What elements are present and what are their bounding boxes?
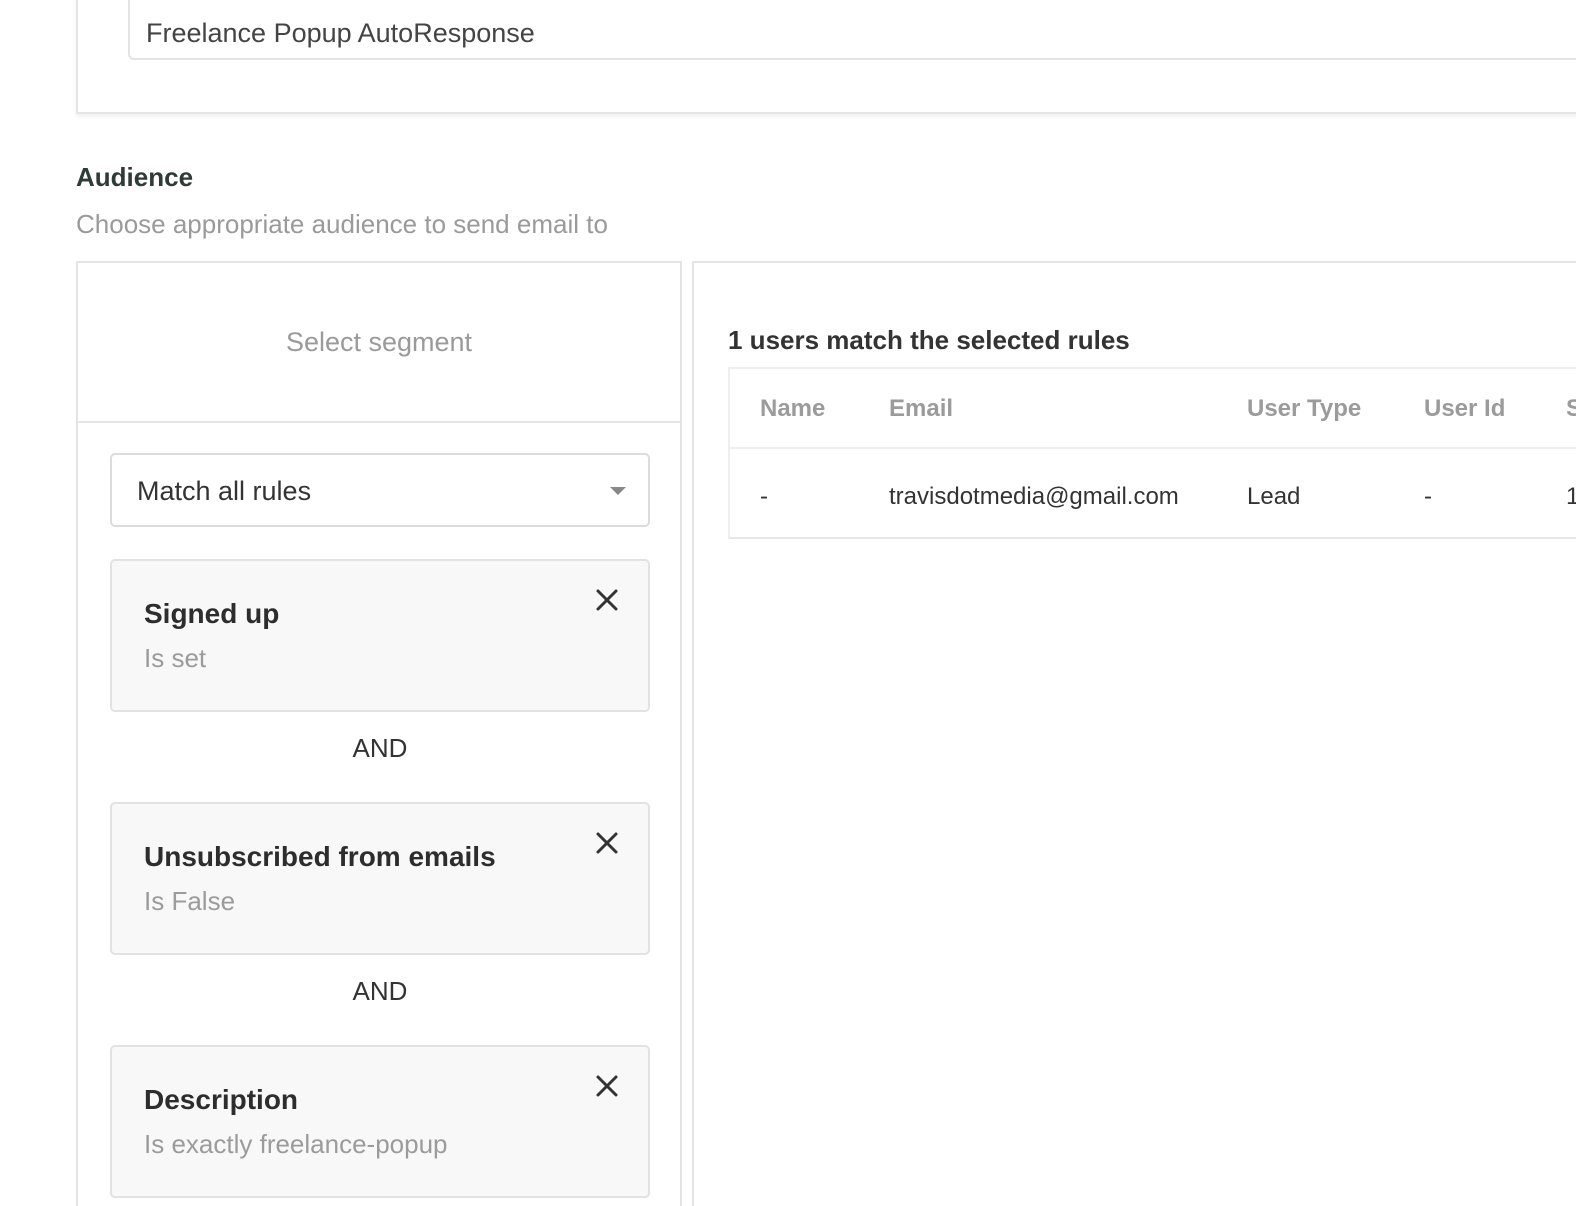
match-mode-dropdown[interactable]: Match all rules bbox=[110, 453, 650, 527]
rule-card: Unsubscribed from emails Is False bbox=[110, 802, 650, 955]
rule-title: Signed up bbox=[144, 598, 280, 629]
rule-card: Description Is exactly freelance-popup bbox=[110, 1045, 650, 1198]
table-cell-user-id: - bbox=[1424, 483, 1432, 510]
users-table: Name Email User Type User Id S - travisd… bbox=[728, 367, 1576, 539]
close-icon[interactable] bbox=[594, 830, 620, 856]
match-mode-label: Match all rules bbox=[137, 476, 312, 506]
rule-connector: AND bbox=[352, 733, 408, 763]
rule-title: Description bbox=[144, 1084, 299, 1115]
audience-title: Audience bbox=[76, 162, 194, 192]
column-header-user-type[interactable]: User Type bbox=[1247, 395, 1361, 423]
caret-down-icon bbox=[610, 487, 626, 495]
column-header-more[interactable]: S bbox=[1566, 395, 1576, 423]
select-segment-button[interactable]: Select segment bbox=[78, 263, 680, 423]
table-cell-name: - bbox=[760, 483, 768, 510]
table-cell-more: 1 bbox=[1566, 483, 1576, 510]
rule-title: Unsubscribed from emails bbox=[144, 841, 496, 872]
column-header-email[interactable]: Email bbox=[889, 395, 953, 423]
table-cell-email: travisdotmedia@gmail.com bbox=[889, 483, 1179, 510]
close-icon[interactable] bbox=[594, 587, 620, 613]
campaign-name-input[interactable] bbox=[128, 0, 1576, 60]
email-campaign-editor: Audience Choose appropriate audience to … bbox=[0, 0, 1576, 1206]
campaign-name-card bbox=[76, 0, 1576, 114]
rule-card: Signed up Is set bbox=[110, 559, 650, 712]
close-icon[interactable] bbox=[594, 1073, 620, 1099]
rule-condition: Is exactly freelance-popup bbox=[144, 1129, 448, 1159]
rule-connector: AND bbox=[352, 976, 408, 1006]
rule-condition: Is set bbox=[144, 643, 207, 673]
table-cell-user-type: Lead bbox=[1247, 483, 1301, 510]
match-count-heading: 1 users match the selected rules bbox=[728, 325, 1130, 355]
rules-panel: Select segment Match all rules Signed up… bbox=[76, 261, 682, 1206]
matched-users-panel: 1 users match the selected rules Name Em… bbox=[692, 261, 1576, 1206]
column-header-user-id[interactable]: User Id bbox=[1424, 395, 1505, 423]
rule-condition: Is False bbox=[144, 886, 236, 916]
column-header-name[interactable]: Name bbox=[760, 395, 825, 423]
audience-subtitle: Choose appropriate audience to send emai… bbox=[76, 209, 608, 239]
